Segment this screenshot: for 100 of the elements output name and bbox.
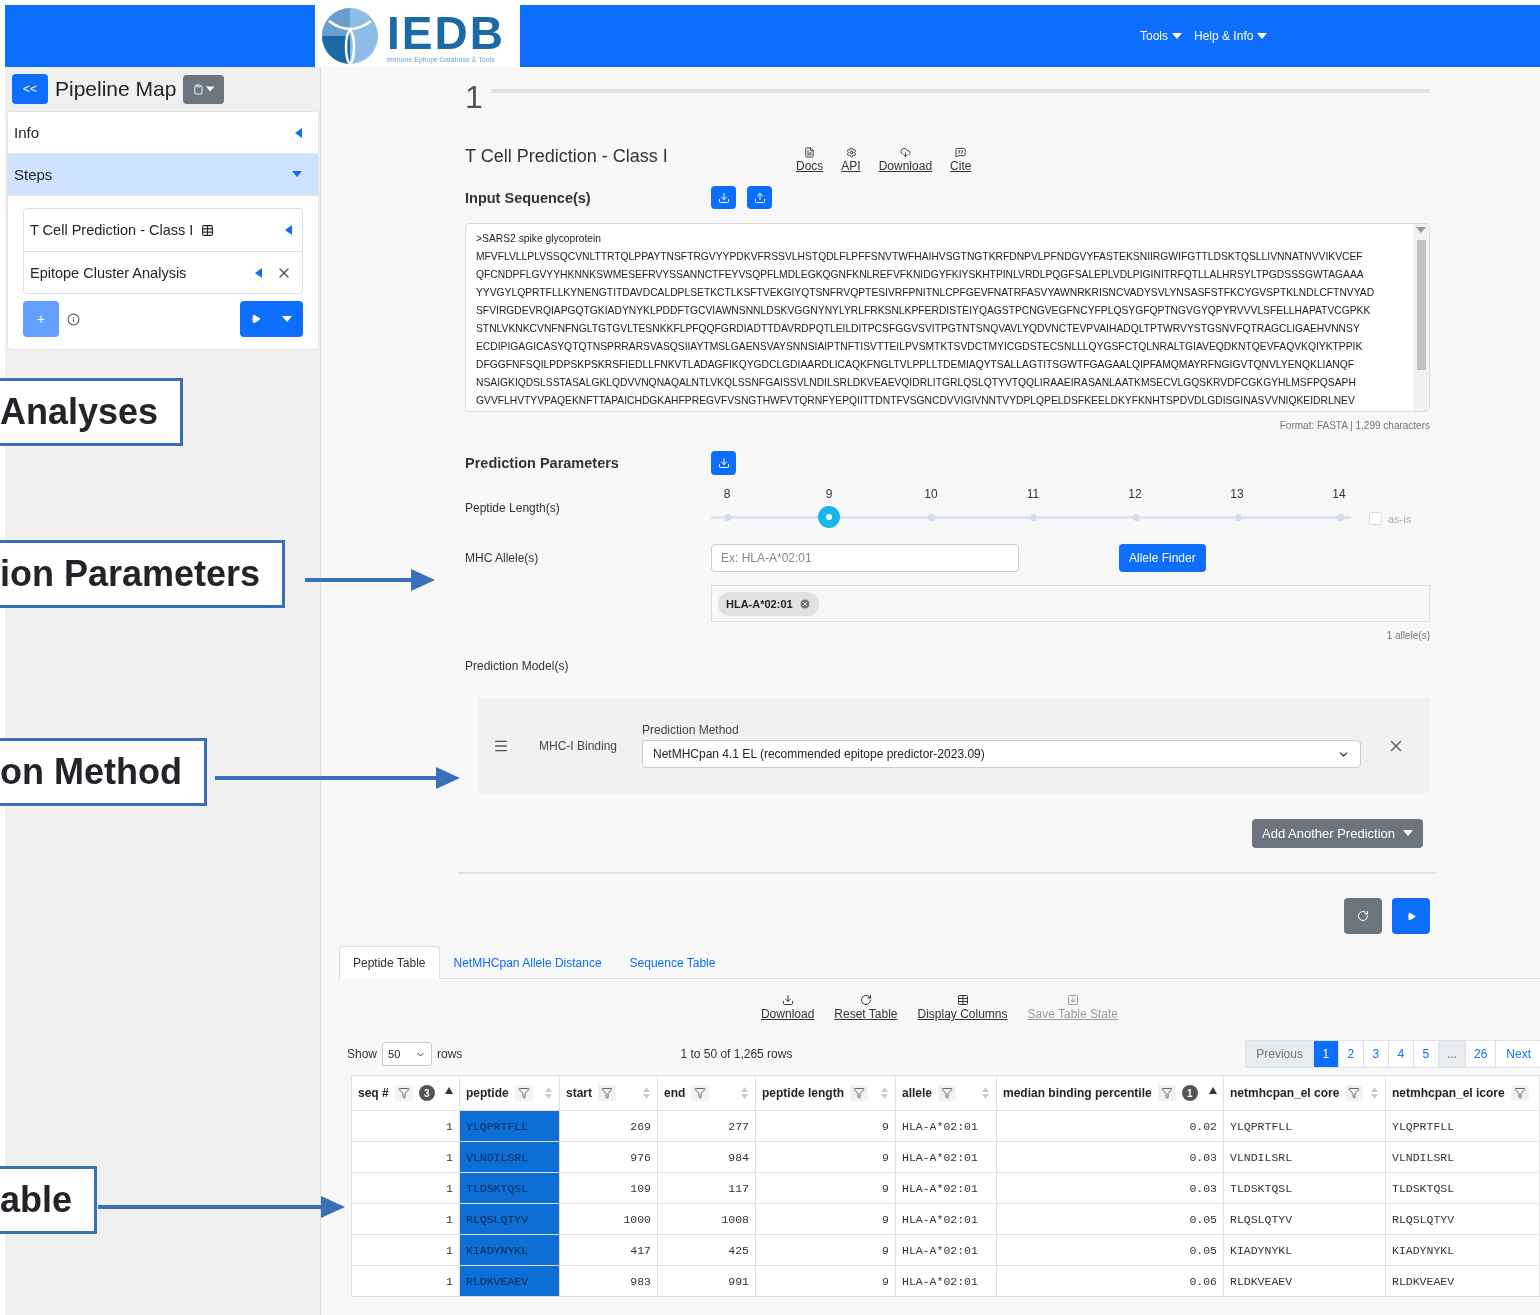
column-header[interactable]: peptide [459, 1075, 560, 1111]
step-item[interactable]: Epitope Cluster Analysis [24, 251, 302, 293]
page-button[interactable]: 1 [1312, 1040, 1339, 1068]
allele-input[interactable]: Ex: HLA-A*02:01 [711, 544, 1019, 572]
column-header[interactable]: seq # 3 [351, 1075, 460, 1111]
scrollbar[interactable] [1413, 224, 1429, 411]
filter-icon[interactable] [941, 1087, 954, 1099]
table-cell: KIADYNYKL [459, 1234, 560, 1266]
accordion-header[interactable]: Steps [8, 154, 318, 196]
run-split-button[interactable] [240, 301, 303, 337]
page-button[interactable]: Next [1495, 1040, 1540, 1068]
table-cell: YLQPRTFLL [1385, 1110, 1540, 1142]
table-cell: HLA-A*02:01 [895, 1110, 997, 1142]
nav-link[interactable]: Tools [1140, 29, 1182, 43]
column-header[interactable]: netmhcpan_el icore [1385, 1075, 1540, 1111]
page-button[interactable]: 26 [1464, 1040, 1497, 1068]
filter-icon[interactable] [397, 1087, 410, 1099]
remove-icon[interactable] [798, 597, 811, 610]
format-note: Format: FASTA | 1,299 characters [1279, 420, 1430, 431]
table-cell: TLDSKTQSL [459, 1172, 560, 1204]
column-header[interactable]: end [657, 1075, 756, 1111]
toolbar-link[interactable]: Download [760, 994, 815, 1021]
table-cell: KIADYNYKL [1385, 1234, 1540, 1266]
table-cell: RLQSLQTYV [1385, 1203, 1540, 1235]
tab[interactable]: Peptide Table [339, 946, 440, 979]
slider-dot[interactable] [928, 513, 936, 521]
page-button[interactable]: 3 [1362, 1040, 1389, 1068]
column-header[interactable]: netmhcpan_el core [1223, 1075, 1386, 1111]
filter-icon[interactable] [1160, 1087, 1173, 1099]
download-button[interactable] [711, 186, 736, 209]
table-cell: 0.03 [996, 1141, 1224, 1173]
caret-icon [1257, 32, 1268, 40]
slider-dot[interactable] [723, 513, 731, 521]
table-cell: 1 [351, 1172, 460, 1204]
table-cell: 277 [657, 1110, 756, 1142]
filter-icon[interactable] [853, 1087, 865, 1099]
collapse-button[interactable]: << [12, 74, 48, 104]
step-item[interactable]: T Cell Prediction - Class I [24, 209, 302, 251]
callout-label: ion Parameters [0, 540, 286, 608]
page-size-select[interactable]: 50 [382, 1042, 433, 1066]
filter-icon[interactable] [601, 1087, 613, 1099]
page-button[interactable]: 4 [1387, 1040, 1414, 1068]
step-label: Epitope Cluster Analysis [30, 264, 187, 281]
page-button[interactable]: 5 [1412, 1040, 1439, 1068]
method-select[interactable]: NetMHCpan 4.1 EL (recommended epitope predictor-2023.09) [642, 740, 1361, 768]
column-header[interactable]: peptide length [755, 1075, 896, 1111]
table-cell: 269 [559, 1110, 658, 1142]
tab[interactable]: NetMHCpan Allele Distance [439, 946, 616, 979]
tab[interactable]: Sequence Table [615, 946, 730, 979]
slider-tick-label: 9 [824, 487, 834, 501]
table-cell: 109 [559, 1172, 658, 1204]
filter-icon[interactable] [517, 1087, 530, 1099]
step-label: T Cell Prediction - Class I [30, 222, 194, 238]
clipboard-dropdown-button[interactable] [183, 74, 225, 104]
nav-link[interactable]: Help & Info [1194, 29, 1268, 43]
table-cell: HLA-A*02:01 [895, 1203, 997, 1235]
doc-link[interactable]: Cite [950, 147, 972, 173]
slider-thumb[interactable] [818, 506, 841, 528]
download-button[interactable] [711, 451, 736, 475]
column-header[interactable]: allele [895, 1075, 997, 1111]
table-cell: 1 [351, 1110, 460, 1142]
slider-dot[interactable] [1337, 513, 1345, 521]
table-cell: RLQSLQTYV [459, 1203, 560, 1235]
upload-button[interactable] [747, 186, 772, 209]
column-header[interactable]: median binding percentile 1 [996, 1075, 1224, 1111]
step-number: 1 [465, 78, 483, 116]
table-cell: 983 [559, 1265, 658, 1297]
filter-icon[interactable] [1513, 1087, 1526, 1099]
toolbar-link[interactable]: Display Columns [917, 994, 1008, 1021]
table-cell: TLDSKTQSL [1223, 1172, 1386, 1204]
accordion-header[interactable]: Info [8, 112, 318, 154]
slider-dot[interactable] [1030, 513, 1038, 521]
run-button[interactable] [1392, 898, 1430, 934]
column-header[interactable]: start [559, 1075, 658, 1111]
toolbar-link[interactable]: Reset Table [834, 994, 898, 1021]
slider-tick-label: 13 [1229, 487, 1245, 501]
table-cell: HLA-A*02:01 [895, 1234, 997, 1266]
filter-icon[interactable] [1348, 1087, 1361, 1099]
model-name: MHC-I Binding [539, 738, 619, 753]
play-icon [1406, 911, 1416, 921]
reset-button[interactable] [1344, 898, 1382, 934]
table-cell: 976 [559, 1141, 658, 1173]
slider-dot[interactable] [1235, 513, 1243, 521]
accordion-label: Steps [14, 166, 53, 183]
allele-finder-button[interactable]: Allele Finder [1119, 544, 1206, 572]
table-cell: 1 [351, 1265, 460, 1297]
filter-icon[interactable] [694, 1087, 707, 1099]
document-icon [804, 147, 816, 158]
page-button[interactable]: 2 [1337, 1040, 1364, 1068]
doc-link[interactable]: Download [878, 147, 933, 173]
add-prediction-button[interactable]: Add Another Prediction [1252, 819, 1423, 848]
refresh-icon [859, 994, 872, 1006]
sequence-field[interactable]: >SARS2 spike glycoprotein MFVFLVLLPLVSSQCVNLTTRTQLPPAYTNSFTRGVYYPDKVFRSSVLHSTQDLFLPFFSNVTWFHAIHVSGTNGTKRFDNPVLPFNDGVYFASTEKSNIIRGWIFGTTLDSKTQSLLIVNNATNVVIKVCEF QFCNDPFLGVYYHKNNKSWMESEFRVYSSANNCTFEYVSQPFLMDLEGKQGNFKNLREFVFKNIDGYFKIYSKHTPINLVRDLPQGFSALEPLVDLPIGINITRFQTLLALHRSYLTPGDSSSGWTAGAAA YYVGYLQPRTFLLKYNENGTITDAVDCALDPLSETKCTLKSFTVEKGIYQTSNFRVQPTESIVRFPNITNLCPFGEVFNATRFASVYAWNRKRISNCVADYSVLYNSASFSTFKCYGVSPTKLNDLCFTNVYAD SFVIRGDEVRQIAPGQTGKIADYNYKLPDDFTGCVIAWNSNNLDSKVGGNYNYLYRLFRKSNLKPFERDISTEIYQAGSTPCNGVEGFNCYFPLQSYGFQPTNGVGYQPYRVVVLSFELLHAPATVCGPKK STNLVKNKCVNFNFNGLTGTGVLTESNKKFLPFQQFGRDIADTTDAVRDPQTLEILDITPCSFGGVSVITPGTNTSNQVAVLYQDVNCTEVPVAIHADQLTPTWRVYSTGSNVFQTRAGCLIGAEHVNNSY ECDIPIGAGICASYQTQTNSPRRARSVASQSIIAYTMSLGAENSVAYSNNSIAIPTNFTISVTTEILPVSMTKTSVDCTMYICGDSTECSNLLLQYGSFCTQLNRALTGIAVEQDKNTQEVFAQVKQIYKTPPIK DFGGFNFSQILPDPSKPSKRSFIEDLLFNKVTLADAGFIKQYGDCLGDIAARDLICAQKFNGLTVLPPLLTDEMIAQYTSALLAGTITSGWTFGAGAALQIPFAMQMAYRFNGIGVTQNVLYENQKLIANQF NSAIGKIQDSLSSTASALGKLQDVVNQNAQALNTLVKQLSSNFGAISSVLNDILSRLDKVEAEVQIDRLITGRLQSLQTYVTQQLIRAAEIRASANLAATKMSECVLGQSKRVDFCGKGYHLMSFPQSAPH GVVFLHVTYVPAQEKNFTTAPAICHDGKAHFPREGVFVSNGTHWFVTQRNFYEPQIITTDNTFVSGNCDVVIGIVNNTVYDPLQPELDSFKEELDKYFKNHTSPDVDLGDISGINASVVNIQKEIDRLNEV [465, 223, 1430, 412]
doc-link[interactable]: Docs [796, 147, 824, 173]
info-icon[interactable] [67, 312, 80, 326]
checkbox[interactable] [1369, 512, 1382, 525]
field-label: MHC Allele(s) [465, 551, 540, 565]
allele-chip[interactable]: HLA-A*02:01 [718, 591, 819, 616]
slider-dot[interactable] [1132, 513, 1140, 521]
doc-link[interactable]: API [841, 147, 861, 173]
